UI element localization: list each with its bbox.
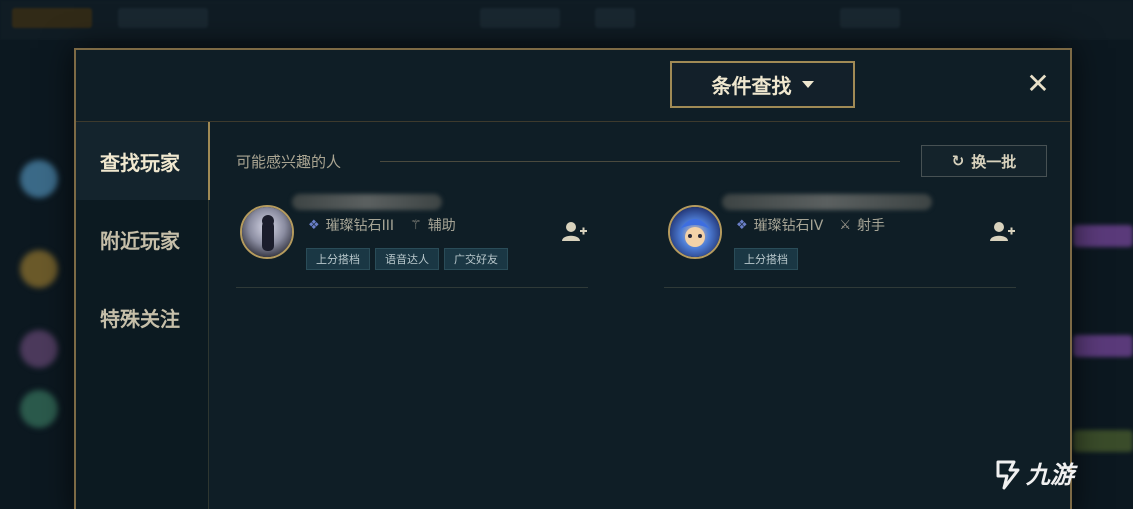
watermark: 九游 [990,455,1074,490]
support-role-icon: ⚚ [410,217,422,233]
player-tags: 上分搭档 语音达人 广交好友 [306,248,508,270]
tab-label: 附近玩家 [100,228,180,253]
background-icon [20,250,58,288]
background-left-panel [0,40,74,509]
player-tags: 上分搭档 [734,248,798,270]
dialog-sidebar: 查找玩家 附近玩家 特殊关注 [76,122,210,509]
dialog-header: 条件查找 ✕ [76,50,1070,122]
player-rank-row: ❖ 璀璨钻石IV ⚔ 射手 [736,215,885,235]
player-name-redacted [292,194,442,210]
player-rank: 璀璨钻石III [325,218,395,234]
background-tab [480,8,560,28]
background-tab [118,8,208,28]
caret-down-icon [801,81,814,88]
player-tag: 语音达人 [375,248,439,270]
refresh-icon: ↻ [951,152,965,170]
avatar[interactable] [240,205,294,259]
tab-find-players[interactable]: 查找玩家 [76,122,210,200]
background-tab [840,8,900,28]
section-title: 可能感兴趣的人 [236,153,342,171]
refresh-label: 换一批 [971,152,1017,171]
player-card[interactable]: ❖ 璀璨钻石III ⚚ 辅助 上分搭档 语音达人 广交好友 [236,194,588,288]
background-bar [1073,335,1133,357]
player-rank-row: ❖ 璀璨钻石III ⚚ 辅助 [308,215,456,235]
player-tag: 广交好友 [444,248,508,270]
player-name-redacted [722,194,932,210]
tab-special-follow[interactable]: 特殊关注 [76,278,208,356]
rank-badge-icon: ❖ [308,217,320,233]
watermark-logo [996,460,1020,489]
watermark-text: 九游 [1026,461,1074,489]
background-bar [1073,225,1133,247]
player-rank: 璀璨钻石IV [753,218,824,234]
background-topbar [0,0,1133,40]
avatar[interactable] [668,205,722,259]
close-icon[interactable]: ✕ [1024,68,1052,100]
player-tag: 上分搭档 [306,248,370,270]
add-friend-icon[interactable] [990,220,1016,244]
background-right-panel [1071,40,1133,509]
tab-label: 特殊关注 [100,306,180,331]
background-icon [20,390,58,428]
player-tag: 上分搭档 [734,248,798,270]
marksman-role-icon: ⚔ [839,217,852,233]
refresh-button[interactable]: ↻ 换一批 [921,145,1047,177]
tab-nearby-players[interactable]: 附近玩家 [76,200,208,278]
rank-badge-icon: ❖ [736,217,748,233]
condition-search-button[interactable]: 条件查找 [670,61,855,108]
player-role: 辅助 [427,218,456,234]
background-bar [1073,430,1133,452]
add-friend-icon[interactable] [562,220,588,244]
find-players-dialog: 条件查找 ✕ 查找玩家 附近玩家 特殊关注 可能感兴趣的人 ↻ 换一批 ❖ 璀璨… [74,48,1072,509]
tab-label: 查找玩家 [100,150,180,175]
background-logo [12,8,92,28]
background-icon [20,330,58,368]
dialog-content: 可能感兴趣的人 ↻ 换一批 ❖ 璀璨钻石III ⚚ 辅助 上分搭档 语音达人 广… [210,122,1070,509]
player-card[interactable]: ❖ 璀璨钻石IV ⚔ 射手 上分搭档 [664,194,1016,288]
condition-search-label: 条件查找 [711,74,792,98]
player-role: 射手 [857,218,886,234]
background-icon [20,160,58,198]
background-tab [595,8,635,28]
divider [380,161,900,162]
